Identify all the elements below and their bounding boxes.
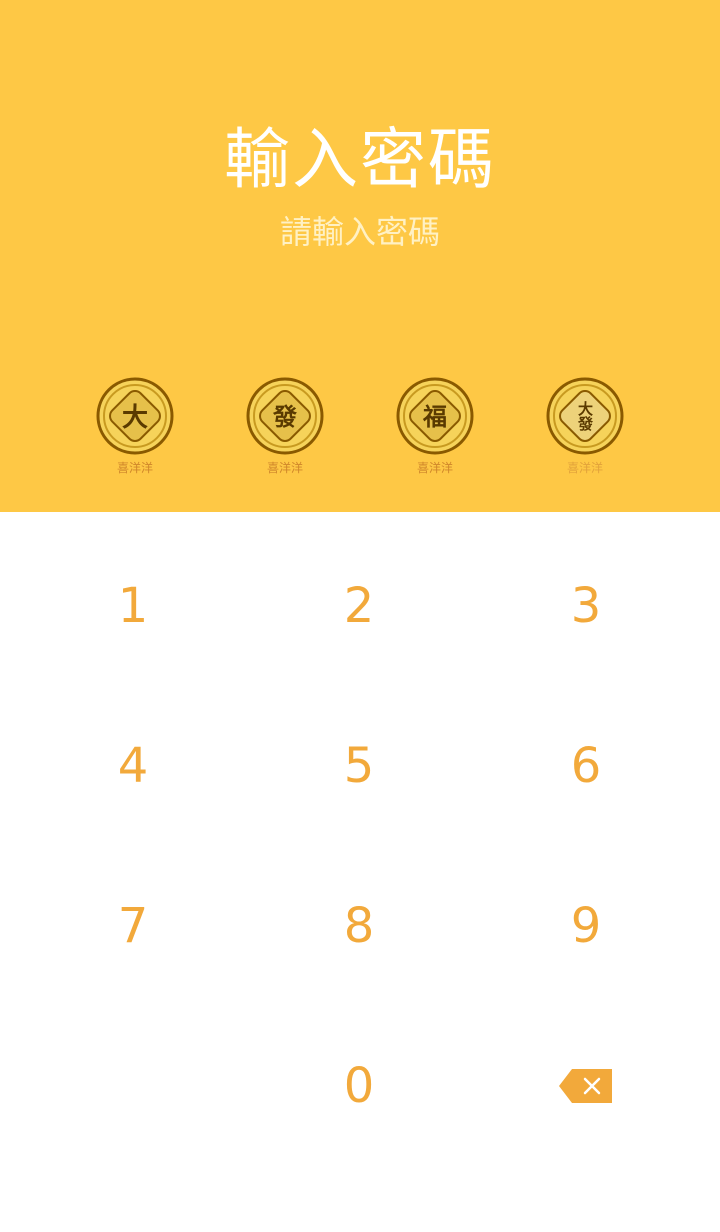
coin-char: 發 [272,402,297,431]
passcode-dot-1: 大 喜洋洋 [95,376,175,480]
coin-char: 福 [422,402,447,431]
key-9[interactable]: 9 [496,866,676,986]
key-1[interactable]: 1 [43,546,223,666]
passcode-indicator: 大 喜洋洋 發 喜洋洋 福 喜洋洋 大發 喜洋洋 [0,376,720,480]
header: 輸入密碼 請輸入密碼 大 喜洋洋 發 喜洋洋 福 喜洋洋 大發 喜洋洋 [0,0,720,512]
coin-caption: 喜洋洋 [267,460,303,475]
passcode-dot-3: 福 喜洋洋 [395,376,475,480]
key-7[interactable]: 7 [43,866,223,986]
coin-icon: 福 喜洋洋 [396,377,474,475]
key-5[interactable]: 5 [269,706,449,826]
coin-icon: 大 喜洋洋 [96,377,174,475]
backspace-icon [559,1069,612,1103]
coin-icon: 發 喜洋洋 [246,377,324,475]
key-0[interactable]: 0 [269,1026,449,1146]
coin-char: 大發 [576,400,594,432]
coin-caption: 喜洋洋 [417,460,453,475]
page-title: 輸入密碼 [224,121,496,198]
key-4[interactable]: 4 [43,706,223,826]
key-8[interactable]: 8 [269,866,449,986]
coin-caption: 喜洋洋 [117,460,153,475]
keypad: 1 2 3 4 5 6 7 8 9 0 [0,512,720,1232]
passcode-dot-2: 發 喜洋洋 [245,376,325,480]
passcode-dot-4: 大發 喜洋洋 [545,376,625,480]
key-6[interactable]: 6 [496,706,676,826]
page-subtitle: 請輸入密碼 [279,213,440,251]
key-2[interactable]: 2 [269,546,449,666]
backspace-button[interactable] [496,1026,676,1146]
coin-icon: 大發 喜洋洋 [546,377,624,475]
coin-char: 大 [122,403,148,433]
key-3[interactable]: 3 [496,546,676,666]
coin-caption: 喜洋洋 [567,460,603,475]
